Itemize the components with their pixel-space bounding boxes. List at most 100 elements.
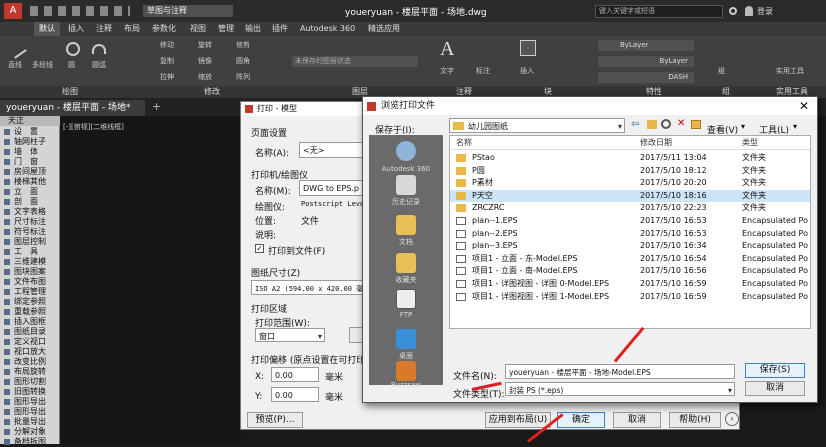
document-tab[interactable]: youeryuan - 楼层平面 - 场地* xyxy=(0,100,145,116)
page-setup-name-select[interactable]: <无> xyxy=(299,142,363,158)
palette-item[interactable]: 插入图框 xyxy=(0,317,60,327)
file-row[interactable]: P素材 2017/5/10 20:20 文件夹 xyxy=(450,177,810,190)
palette-item[interactable]: 房间屋顶 xyxy=(0,167,60,177)
group-tool-label[interactable]: 组 xyxy=(718,66,725,76)
file-row[interactable]: plan--1.EPS 2017/5/10 16:53 Encapsulated P… xyxy=(450,215,810,228)
palette-item[interactable]: 门 窗 xyxy=(0,157,60,167)
file-row[interactable]: ZRCZRC 2017/5/10 22:23 文件夹 xyxy=(450,202,810,215)
tab-featured-apps[interactable]: 精选应用 xyxy=(368,22,400,36)
palette-item[interactable]: 布局旋转 xyxy=(0,367,60,377)
dimension-tool-label[interactable]: 标注 xyxy=(476,66,490,76)
palette-item[interactable]: 轴网柱子 xyxy=(0,137,60,147)
arc-tool-icon[interactable] xyxy=(92,44,106,54)
file-row[interactable]: P天空 2017/5/10 18:16 文件夹 xyxy=(450,189,810,203)
circle-tool-label[interactable]: 圆 xyxy=(68,60,75,70)
plot-cancel-button[interactable]: 取消 xyxy=(613,412,661,428)
line-tool-icon[interactable] xyxy=(7,39,27,59)
file-row[interactable]: P圆 2017/5/10 18:12 文件夹 xyxy=(450,165,810,178)
file-list[interactable]: 名称 修改日期 类型 PStao 2017/5/11 13:04 文件夹 P圆 2017… xyxy=(449,135,811,329)
bylayer-color-select[interactable]: ByLayer xyxy=(598,40,694,51)
column-header-date[interactable]: 修改日期 xyxy=(640,136,672,149)
print-to-file-label[interactable]: 打印到文件(F) xyxy=(268,244,325,257)
printer-name-select[interactable]: DWG to EPS.p xyxy=(299,180,363,196)
filename-input[interactable]: youeryuan - 楼层平面 - 场地-Model.EPS xyxy=(505,364,735,379)
palette-item[interactable]: 视口放大 xyxy=(0,347,60,357)
copy-tool[interactable]: 复制 xyxy=(160,56,174,66)
tab-annotate[interactable]: 注释 xyxy=(96,22,112,36)
utilities-tool-label[interactable]: 实用工具 xyxy=(776,66,804,76)
login-link[interactable]: 登录 xyxy=(757,6,773,17)
expand-options-icon[interactable]: ‹ xyxy=(725,412,739,426)
apply-to-layout-button[interactable]: 应用到布局(U) xyxy=(485,412,551,428)
tab-view[interactable]: 视图 xyxy=(190,22,206,36)
new-folder-icon[interactable] xyxy=(691,120,701,129)
back-icon[interactable]: ⇦ xyxy=(631,119,639,130)
arc-tool-label[interactable]: 圆弧 xyxy=(92,60,106,70)
paper-size-select[interactable]: ISO A2 (594.00 x 420.00 毫 xyxy=(251,280,363,295)
close-icon[interactable]: ✕ xyxy=(795,98,813,114)
palette-item[interactable]: 文件布图 xyxy=(0,277,60,287)
tab-output[interactable]: 输出 xyxy=(245,22,261,36)
scale-tool[interactable]: 缩放 xyxy=(198,72,212,82)
rotate-tool[interactable]: 旋转 xyxy=(198,40,212,50)
palette-item[interactable]: 工 具 xyxy=(0,247,60,257)
file-row[interactable]: 项目1 - 详图视图 - 详图 1-Model.EPS 2017/5/10 16:… xyxy=(450,291,810,304)
palette-item[interactable]: 图形切割 xyxy=(0,377,60,387)
array-tool[interactable]: 阵列 xyxy=(236,72,250,82)
app-logo[interactable]: A xyxy=(4,3,22,19)
search-icon[interactable] xyxy=(729,7,737,15)
save-button[interactable]: 保存(S) xyxy=(745,363,805,378)
palette-item[interactable]: 图块图案 xyxy=(0,267,60,277)
tab-parametric[interactable]: 参数化 xyxy=(152,22,176,36)
file-row[interactable]: plan--3.EPS 2017/5/10 16:34 Encapsulated P… xyxy=(450,240,810,253)
palette-item[interactable]: 楼梯其他 xyxy=(0,177,60,187)
filetype-select[interactable]: 封装 PS (*.eps) ▾ xyxy=(505,382,735,396)
window-pick-button[interactable] xyxy=(349,327,363,343)
line-tool-label[interactable]: 直线 xyxy=(8,60,22,70)
palette-item[interactable]: 文字表格 xyxy=(0,207,60,217)
panel-modify[interactable]: 修改 xyxy=(204,86,220,98)
place-buzzsaw[interactable]: Buzzsaw xyxy=(369,355,443,413)
preview-button[interactable]: 预览(P)... xyxy=(247,412,303,428)
ok-button[interactable]: 确定 xyxy=(557,412,605,428)
offset-x-input[interactable]: 0.00 xyxy=(271,367,319,382)
text-tool-label[interactable]: 文字 xyxy=(440,66,454,76)
insert-block-label[interactable]: 插入 xyxy=(520,66,534,76)
tab-insert[interactable]: 插入 xyxy=(68,22,84,36)
palette-item[interactable]: 图纸目录 xyxy=(0,327,60,337)
file-row[interactable]: 项目1 - 立面 - 东-Model.EPS 2017/5/10 16:54 Enc… xyxy=(450,253,810,266)
palette-item[interactable]: 图形导出 xyxy=(0,397,60,407)
palette-item[interactable]: 图层控制 xyxy=(0,237,60,247)
palette-item[interactable]: 分解对象 xyxy=(0,427,60,437)
panel-draw[interactable]: 绘图 xyxy=(62,86,78,98)
move-tool[interactable]: 移动 xyxy=(160,40,174,50)
palette-item[interactable]: 尺寸标注 xyxy=(0,217,60,227)
palette-item[interactable]: 绑定参照 xyxy=(0,297,60,307)
palette-item[interactable]: 批量导出 xyxy=(0,417,60,427)
trim-tool[interactable]: 修剪 xyxy=(236,40,250,50)
search-web-icon[interactable] xyxy=(661,119,671,129)
palette-item[interactable]: 定义视口 xyxy=(0,337,60,347)
palette-item[interactable]: 符号标注 xyxy=(0,227,60,237)
palette-item[interactable]: 墙 体 xyxy=(0,147,60,157)
delete-icon[interactable]: ✕ xyxy=(677,118,685,129)
file-row[interactable]: 项目1 - 立面 - 南-Model.EPS 2017/5/10 16:56 Enc… xyxy=(450,265,810,278)
tab-manage[interactable]: 管理 xyxy=(218,22,234,36)
layer-state-select[interactable]: 未保存的图层状态 xyxy=(292,56,418,67)
file-row[interactable]: PStao 2017/5/11 13:04 文件夹 xyxy=(450,152,810,165)
drawing-canvas[interactable]: [-][俯视][二维线框] xyxy=(61,116,241,444)
file-row[interactable]: plan--2.EPS 2017/5/10 16:53 Encapsulated P… xyxy=(450,228,810,241)
help-button[interactable]: 帮助(H) xyxy=(669,412,721,428)
palette-item[interactable]: 三维建模 xyxy=(0,257,60,267)
insert-block-icon[interactable] xyxy=(520,40,536,56)
new-tab-icon[interactable]: + xyxy=(152,100,161,113)
palette-item[interactable]: 备档拆图 xyxy=(0,437,60,447)
up-folder-icon[interactable] xyxy=(647,120,657,129)
search-input[interactable]: 键入关键字或短语 xyxy=(595,5,723,18)
column-header-type[interactable]: 类型 xyxy=(742,136,758,149)
fillet-tool[interactable]: 圆角 xyxy=(236,56,250,66)
palette-item[interactable]: 设 置 xyxy=(0,127,60,137)
palette-item[interactable]: 工程管理 xyxy=(0,287,60,297)
text-tool-icon[interactable]: A xyxy=(440,38,454,61)
save-in-select[interactable]: 幼儿园图纸 ▾ xyxy=(449,118,625,133)
